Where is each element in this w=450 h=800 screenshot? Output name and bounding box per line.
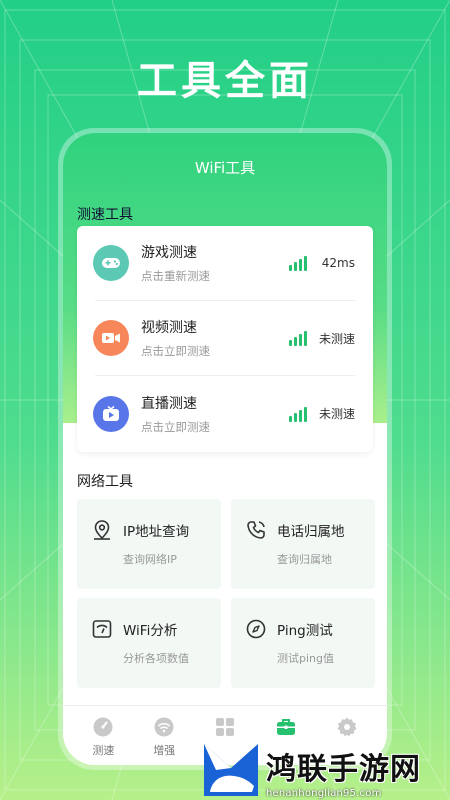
- settings-icon: [337, 717, 357, 737]
- watermark-logo-icon: [204, 744, 258, 796]
- ping-test-card[interactable]: Ping测试 测试ping值: [231, 598, 375, 688]
- tab-label: 增强: [153, 744, 176, 757]
- net-tool-sub: 查询网络IP: [123, 553, 177, 566]
- game-speed-row[interactable]: 游戏测速 点击重新测速 42ms: [93, 226, 355, 301]
- speed-item-sub: 点击立即测速: [141, 419, 210, 434]
- speed-item-sub: 点击立即测速: [141, 344, 210, 358]
- net-tool-title: IP地址查询: [123, 524, 190, 540]
- gamepad-icon: [93, 245, 129, 281]
- apps-icon: [215, 718, 234, 736]
- speed-item-name: 游戏测速: [141, 245, 197, 261]
- tab-boost[interactable]: 增强: [144, 706, 184, 765]
- video-speed-row[interactable]: 视频测速 点击立即测速 未测速: [93, 301, 355, 376]
- watermark: 鸿联手游网 henanhonglian95.com: [200, 740, 450, 800]
- net-tool-sub: 测试ping值: [277, 652, 334, 665]
- phone-icon: [247, 521, 265, 539]
- watermark-name: 鸿联手游网: [266, 752, 421, 787]
- phone-frame: WiFi工具 测速工具 游戏测速 点击重新测速 42ms 视频测速 点击立即测速…: [58, 128, 392, 770]
- wifi-boost-icon: [154, 717, 174, 737]
- toolbox-icon: [276, 719, 295, 735]
- speed-item-value: 未测速: [318, 331, 355, 346]
- live-speed-row[interactable]: 直播测速 点击立即测速 未测速: [93, 376, 355, 451]
- speed-item-name: 视频测速: [141, 320, 197, 336]
- net-tool-title: 电话归属地: [277, 524, 345, 540]
- page-headline: 工具全面: [137, 58, 313, 104]
- live-play-icon: [93, 395, 129, 432]
- net-tool-sub: 分析各项数值: [123, 652, 189, 665]
- signal-icon: [288, 330, 307, 346]
- tab-label: 测速: [92, 744, 115, 757]
- watermark-url: henanhonglian95.com: [266, 788, 382, 799]
- net-tool-title: Ping测试: [277, 623, 333, 639]
- network-tools-grid: IP地址查询 查询网络IP 电话归属地 查询归属地 WiFi分析 分析各项数值: [77, 499, 375, 688]
- ping-compass-icon: [246, 619, 266, 639]
- speed-tools-card: 游戏测速 点击重新测速 42ms 视频测速 点击立即测速 未测速 直播测速 点击…: [77, 226, 373, 452]
- phone-location-card[interactable]: 电话归属地 查询归属地: [231, 499, 375, 589]
- speed-item-name: 直播测速: [141, 395, 197, 412]
- wifi-analysis-icon: [92, 620, 112, 638]
- speed-item-sub: 点击重新测速: [141, 269, 210, 283]
- net-tool-sub: 查询归属地: [277, 553, 332, 566]
- net-tool-title: WiFi分析: [123, 623, 178, 639]
- signal-icon: [289, 255, 307, 271]
- app-title: WiFi工具: [194, 159, 256, 177]
- signal-icon: [288, 406, 307, 422]
- speed-tools-label: 测速工具: [77, 207, 133, 223]
- location-pin-icon: [94, 520, 110, 540]
- speed-item-value: 未测速: [318, 407, 355, 421]
- wifi-analysis-card[interactable]: WiFi分析 分析各项数值: [77, 598, 221, 688]
- video-icon: [93, 320, 129, 356]
- app-screen: WiFi工具 测速工具 游戏测速 点击重新测速 42ms 视频测速 点击立即测速…: [63, 133, 387, 765]
- speedometer-icon: [93, 717, 113, 737]
- speed-item-value: 42ms: [321, 256, 355, 270]
- tab-speed-test[interactable]: 测速: [83, 706, 123, 765]
- network-tools-label: 网络工具: [77, 474, 133, 490]
- ip-lookup-card[interactable]: IP地址查询 查询网络IP: [77, 499, 221, 589]
